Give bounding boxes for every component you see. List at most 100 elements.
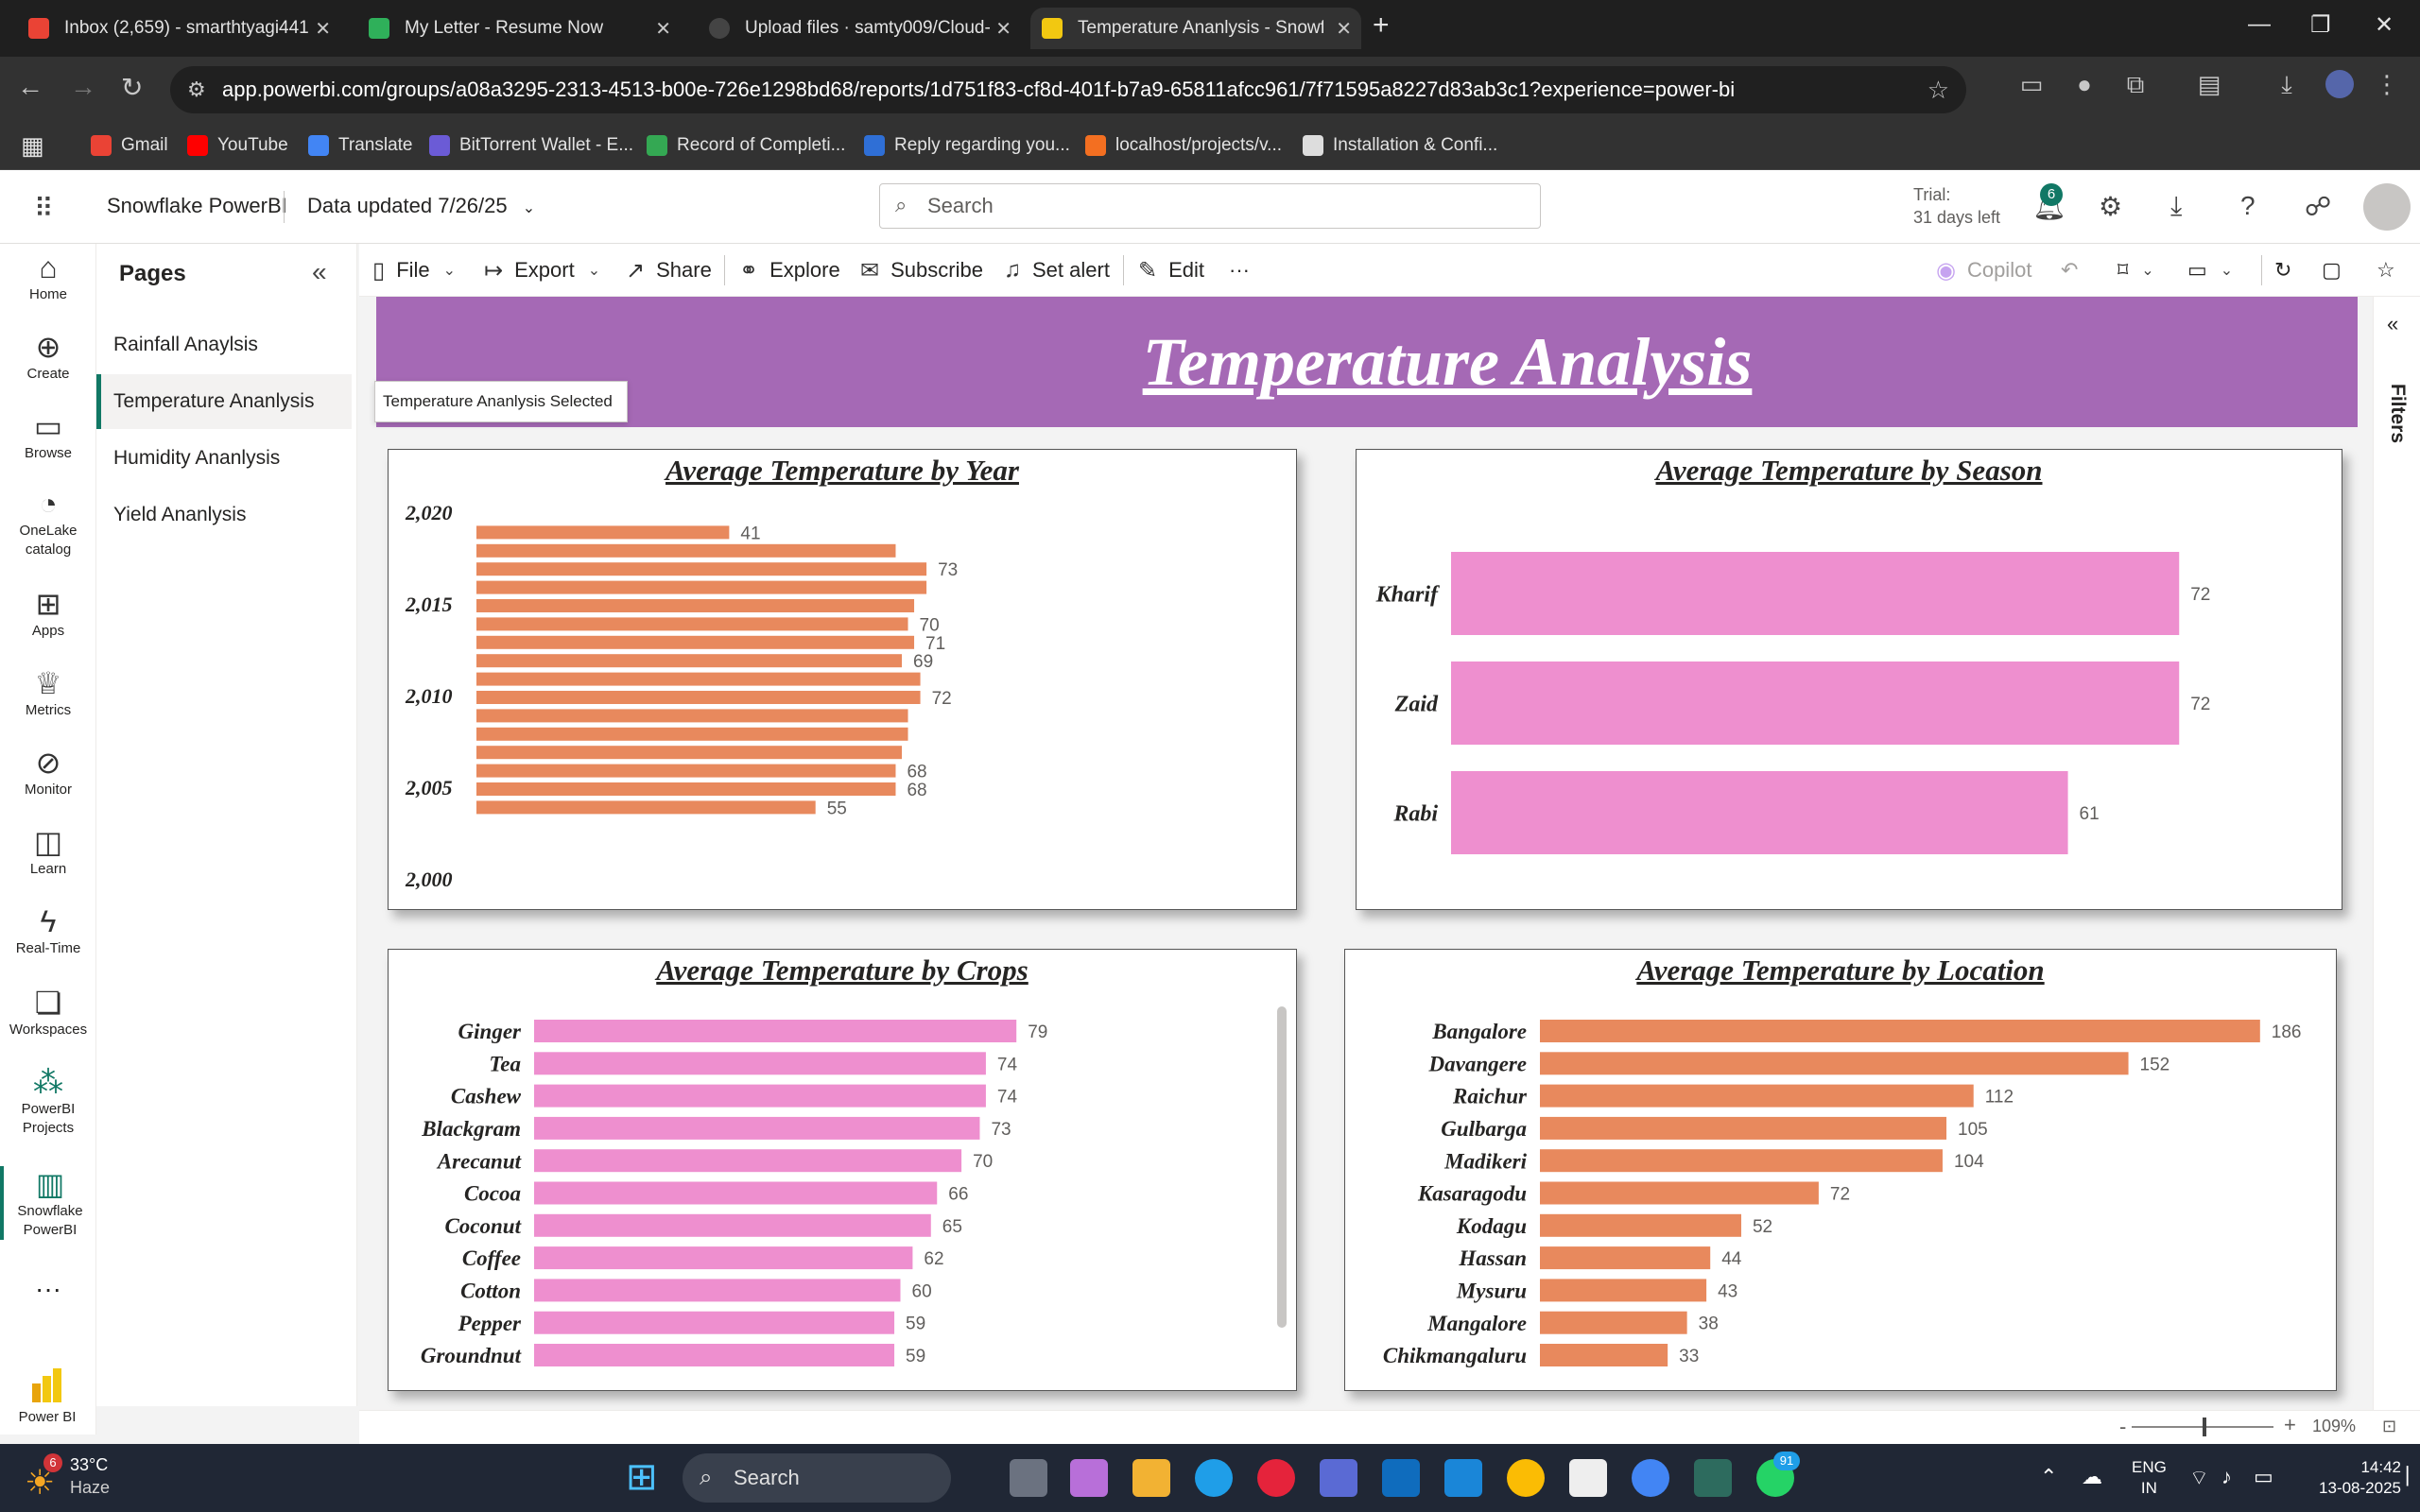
cast-icon[interactable]: ▭ [2017,70,2046,98]
close-tab-icon[interactable]: ✕ [1336,17,1352,41]
bookmark-reply[interactable]: Reply regarding you... [864,130,1070,161]
taskbar-search[interactable]: ⌕ Search [683,1453,951,1503]
tray-chevron-icon[interactable]: ⌃ [2040,1465,2057,1489]
close-window-icon[interactable]: ✕ [2375,11,2394,39]
chart-crops-panel[interactable]: Average Temperature by Crops Ginger 79 Tea… [388,949,1297,1391]
feedback-icon[interactable]: ☍ [2305,191,2331,222]
forward-icon[interactable]: → [70,72,96,102]
expand-filters-icon[interactable]: « [2387,312,2398,336]
edit-button[interactable]: ✎ Edit [1138,253,1204,287]
nav-apps[interactable]: ⊞ Apps [0,586,96,641]
workspace-name[interactable]: Snowflake PowerBI [107,194,287,218]
wifi-icon[interactable]: ⌔ [2189,1465,2209,1491]
notepad-icon[interactable] [1569,1459,1607,1497]
predator-icon[interactable] [1694,1459,1732,1497]
nav-snowflake-powerbi[interactable]: ▥ Snowflake PowerBI [0,1166,96,1240]
file-menu[interactable]: ▯ File ⌄ [372,253,456,287]
chart-location-panel[interactable]: Average Temperature by Location Bangalor… [1344,949,2337,1391]
favorite-star-icon[interactable]: ☆ [2377,253,2395,287]
mail-icon[interactable] [1444,1459,1482,1497]
copilot-app-icon[interactable] [1070,1459,1108,1497]
task-view-icon[interactable] [1010,1459,1047,1497]
page-temperature[interactable]: Temperature Ananlysis [96,374,352,429]
battery-icon[interactable]: ▭ [2254,1465,2273,1489]
weather-temp[interactable]: 33°C [70,1455,108,1475]
nav-realtime[interactable]: ϟ Real-Time [0,903,96,958]
settings-gear-icon[interactable]: ⚙ [2099,191,2122,222]
filters-pane-collapsed[interactable]: « [2373,297,2420,1410]
reset-icon[interactable]: ↶ [2061,253,2078,287]
share-button[interactable]: ↗ Share [626,253,712,287]
nav-workspaces[interactable]: ❏ Workspaces [0,985,96,1040]
zoom-slider-thumb[interactable] [2203,1418,2206,1436]
help-icon[interactable]: ? [2240,191,2256,221]
view-menu[interactable]: ▭ ⌄ [2187,253,2233,287]
chart-year-panel[interactable]: Average Temperature by Year 2,020 2,015 2,… [388,449,1297,910]
browser-tab-resume[interactable]: My Letter - Resume Now ✕ [340,8,681,49]
windows-start-icon[interactable]: ⊞ [626,1455,658,1499]
onedrive-icon[interactable]: ☁ [2082,1465,2102,1489]
browser-tab-powerbi[interactable]: Temperature Ananlysis - Snowfl ✕ [1030,8,1361,49]
export-menu[interactable]: ↦ Export ⌄ [484,253,600,287]
bookmark-bittorrent[interactable]: BitTorrent Wallet - E... [429,130,633,161]
bookmark-record[interactable]: Record of Completi... [647,130,845,161]
scrollbar[interactable] [1277,1006,1287,1328]
bookmark-gmail[interactable]: Gmail [91,130,168,161]
close-tab-icon[interactable]: ✕ [995,17,1011,41]
apps-grid-icon[interactable]: ▦ [21,130,44,161]
nav-metrics[interactable]: ♕ Metrics [0,665,96,720]
nav-browse[interactable]: ▭ Browse [0,408,96,463]
menu-icon[interactable]: ⋮ [2373,70,2401,98]
notification-center-icon[interactable]: ▏ [2407,1467,2420,1486]
zoom-in-icon[interactable]: + [2284,1413,2296,1437]
filters-label[interactable]: Filters [2386,384,2409,443]
powerbi-brand[interactable]: Power BI [6,1361,89,1433]
browser-tab-gmail[interactable]: Inbox (2,659) - smarthtyagi441 ✕ [0,8,340,49]
bookmark-youtube[interactable]: YouTube [187,130,288,161]
avatar[interactable] [2363,183,2411,231]
chrome-active-icon[interactable] [1632,1459,1669,1497]
download-icon[interactable]: ⤓ [2170,191,2182,222]
weather-desc[interactable]: Haze [70,1478,110,1498]
search-input[interactable]: ⌕ Search [879,183,1541,229]
app-icon[interactable] [1382,1459,1420,1497]
nav-powerbi-projects[interactable]: ⁂ PowerBI Projects [0,1064,96,1138]
language-indicator[interactable]: ENG IN [2132,1457,2167,1499]
bookmark-localhost[interactable]: localhost/projects/v... [1085,130,1282,161]
explore-button[interactable]: ⚭ Explore [739,253,840,287]
media-icon[interactable]: ▤ [2195,70,2223,98]
zoom-out-icon[interactable]: - [2119,1415,2126,1439]
clock[interactable]: 14:42 13-08-2025 [2307,1457,2401,1499]
volume-icon[interactable]: ♪ [2221,1465,2232,1489]
url-input[interactable]: ⚙ app.powerbi.com/groups/a08a3295-2313-4… [170,66,1966,113]
nav-more-icon[interactable]: ··· [0,1274,96,1304]
reload-icon[interactable]: ↻ [121,72,143,103]
nav-learn[interactable]: ◫ Learn [0,824,96,879]
nav-monitor[interactable]: ⊘ Monitor [0,745,96,799]
profile-icon[interactable] [2325,70,2354,98]
puzzle-icon[interactable]: ⧉ [2121,70,2150,98]
new-tab-icon[interactable]: + [1373,9,1390,42]
page-yield[interactable]: Yield Ananlysis [96,488,352,542]
nav-home[interactable]: ⌂ Home [0,249,96,304]
app-launcher-icon[interactable]: ⠿ [34,193,54,224]
set-alert-button[interactable]: ♫ Set alert [1004,253,1110,287]
edge-icon[interactable] [1195,1459,1233,1497]
data-updated-dropdown[interactable]: Data updated 7/26/25 ⌄ [307,194,535,218]
more-options-button[interactable]: ··· [1229,253,1250,287]
chrome-icon[interactable] [1507,1459,1545,1497]
page-rainfall[interactable]: Rainfall Anaylsis [96,318,352,372]
nav-onelake[interactable]: ◔ OneLake catalog [0,486,96,559]
fit-page-icon[interactable]: ⊡ [2382,1417,2396,1436]
extension-icon[interactable]: ● [2070,70,2099,98]
subscribe-button[interactable]: ✉ Subscribe [860,253,983,287]
close-tab-icon[interactable]: ✕ [315,17,331,41]
copilot-button[interactable]: ◉ Copilot [1936,253,2031,287]
refresh-icon[interactable]: ↻ [2274,253,2291,287]
close-tab-icon[interactable]: ✕ [655,17,671,41]
minimize-icon[interactable]: — [2248,11,2271,38]
media-player-icon[interactable] [1257,1459,1295,1497]
nav-create[interactable]: ⊕ Create [0,329,96,384]
site-info-icon[interactable]: ⚙ [187,77,206,102]
bookmark-menu[interactable]: ⌑ ⌄ [2118,253,2154,287]
